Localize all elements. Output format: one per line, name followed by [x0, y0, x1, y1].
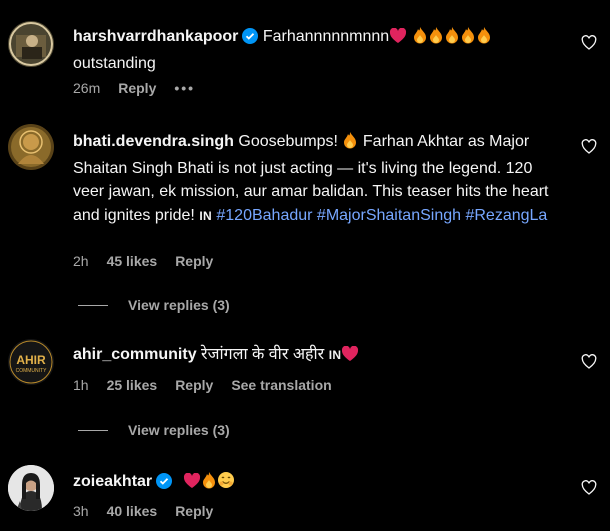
avatar[interactable] — [8, 21, 54, 67]
fire-emoji-icon — [412, 26, 428, 52]
comment-text-intro: Goosebumps! — [238, 133, 338, 150]
smiling-hugging-face-emoji-icon — [217, 471, 235, 497]
country-flag-in: IN — [199, 208, 212, 223]
red-heart-emoji-icon — [389, 27, 407, 52]
comment-text: Farhannnnnmnnn — [262, 28, 390, 45]
like-heart-icon[interactable] — [581, 139, 597, 155]
timestamp: 26m — [73, 80, 101, 96]
like-heart-icon[interactable] — [581, 354, 597, 370]
avatar[interactable] — [8, 124, 54, 170]
avatar[interactable]: AHIR COMMUNITY — [8, 339, 54, 385]
comment-body: zoieakhtar — [73, 470, 563, 497]
avatar[interactable] — [8, 465, 54, 511]
view-replies-button[interactable]: View replies (3) — [78, 422, 230, 438]
username[interactable]: zoieakhtar — [73, 473, 152, 490]
timestamp: 2h — [73, 253, 89, 269]
reply-button[interactable]: Reply — [175, 377, 213, 393]
view-replies-label: View replies (3) — [128, 297, 230, 313]
fire-emoji-icon — [428, 26, 444, 52]
fire-emoji-icon — [476, 26, 492, 52]
view-replies-button[interactable]: View replies (3) — [78, 297, 230, 313]
avatar-logo-subtext: COMMUNITY — [16, 368, 47, 374]
username[interactable]: bhati.devendra.singh — [73, 133, 234, 150]
see-translation-button[interactable]: See translation — [231, 377, 331, 393]
verified-badge-icon — [242, 28, 259, 52]
more-options-button[interactable]: ••• — [174, 80, 195, 96]
reply-button[interactable]: Reply — [175, 503, 213, 519]
view-replies-label: View replies (3) — [128, 422, 230, 438]
hashtag-link[interactable]: #RezangLa — [465, 207, 547, 224]
comment-meta: 3h 40 likes Reply — [73, 503, 213, 519]
verified-badge-icon — [156, 473, 173, 497]
likes-count[interactable]: 45 likes — [107, 253, 158, 269]
fire-emoji-icon — [201, 471, 217, 497]
hashtag-link[interactable]: #120Bahadur — [216, 207, 312, 224]
replies-divider — [78, 429, 108, 431]
username[interactable]: harshvarrdhankapoor — [73, 28, 238, 45]
fire-emoji-icon — [342, 131, 358, 157]
hashtag-link[interactable]: #MajorShaitanSingh — [317, 207, 461, 224]
likes-count[interactable]: 40 likes — [107, 503, 158, 519]
country-flag-in: IN — [328, 348, 342, 362]
reply-button[interactable]: Reply — [118, 80, 156, 96]
like-heart-icon[interactable] — [581, 480, 597, 496]
username[interactable]: ahir_community — [73, 346, 197, 363]
comment-text: रेजांगला के वीर अहीर — [201, 346, 325, 363]
reply-button[interactable]: Reply — [175, 253, 213, 269]
comment-meta: 2h 45 likes Reply — [73, 253, 213, 269]
likes-count[interactable]: 25 likes — [107, 377, 158, 393]
red-heart-emoji-icon — [341, 345, 359, 370]
timestamp: 3h — [73, 503, 89, 519]
comment-body: ahir_community रेजांगला के वीर अहीर IN — [73, 343, 563, 370]
red-heart-emoji-icon — [183, 472, 201, 497]
timestamp: 1h — [73, 377, 89, 393]
avatar-logo-text: AHIR — [16, 353, 46, 367]
comment-meta: 26m Reply ••• — [73, 80, 195, 96]
fire-emoji-icon — [444, 26, 460, 52]
comment-body: bhati.devendra.singh Goosebumps! Farhan … — [73, 130, 563, 228]
fire-emoji-icon — [460, 26, 476, 52]
like-heart-icon[interactable] — [581, 35, 597, 51]
comment-meta: 1h 25 likes Reply See translation — [73, 377, 332, 393]
replies-divider — [78, 304, 108, 306]
comment-body: harshvarrdhankapoor Farhannnnnmnnn outst… — [73, 25, 563, 75]
comment-text-line2: outstanding — [73, 54, 156, 72]
